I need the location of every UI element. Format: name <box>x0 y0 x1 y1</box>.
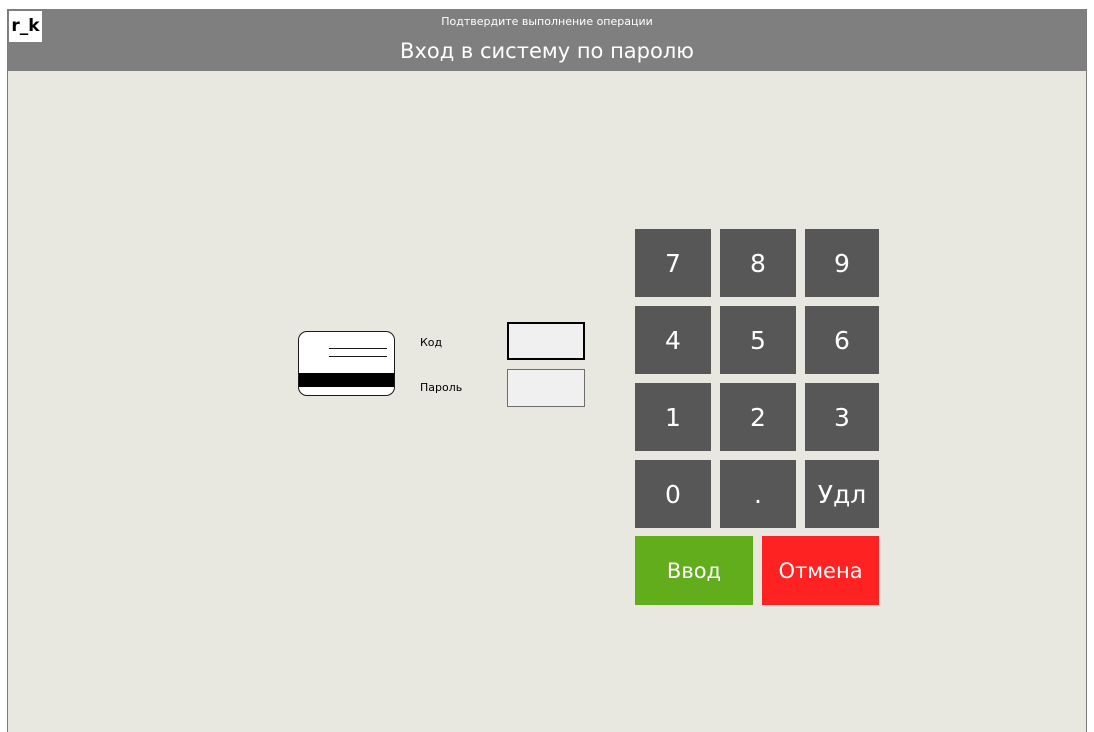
key-3[interactable]: 3 <box>805 383 879 451</box>
card-line <box>329 356 387 357</box>
key-0[interactable]: 0 <box>635 460 711 528</box>
key-9[interactable]: 9 <box>805 229 879 297</box>
dialog-title: Вход в систему по паролю <box>400 39 694 63</box>
key-dot[interactable]: . <box>720 460 796 528</box>
password-input[interactable] <box>508 370 584 406</box>
key-5[interactable]: 5 <box>720 306 796 374</box>
key-1[interactable]: 1 <box>635 383 711 451</box>
password-label: Пароль <box>420 381 463 394</box>
password-field[interactable] <box>507 369 585 407</box>
card-line <box>329 348 387 349</box>
card-stripe <box>299 373 394 387</box>
key-7[interactable]: 7 <box>635 229 711 297</box>
magnetic-card-icon <box>298 331 395 396</box>
enter-button[interactable]: Ввод <box>635 536 753 605</box>
key-delete[interactable]: Удл <box>805 460 879 528</box>
key-2[interactable]: 2 <box>720 383 796 451</box>
key-8[interactable]: 8 <box>720 229 796 297</box>
code-label: Код <box>420 336 443 349</box>
dialog-subtitle: Подтвердите выполнение операции <box>441 15 653 28</box>
key-4[interactable]: 4 <box>635 306 711 374</box>
code-input[interactable] <box>509 324 583 358</box>
cancel-button[interactable]: Отмена <box>762 536 879 605</box>
code-field[interactable] <box>507 322 585 360</box>
title-bar: r_k Подтвердите выполнение операции Вход… <box>8 9 1086 71</box>
key-6[interactable]: 6 <box>805 306 879 374</box>
login-window: r_k Подтвердите выполнение операции Вход… <box>7 9 1087 732</box>
